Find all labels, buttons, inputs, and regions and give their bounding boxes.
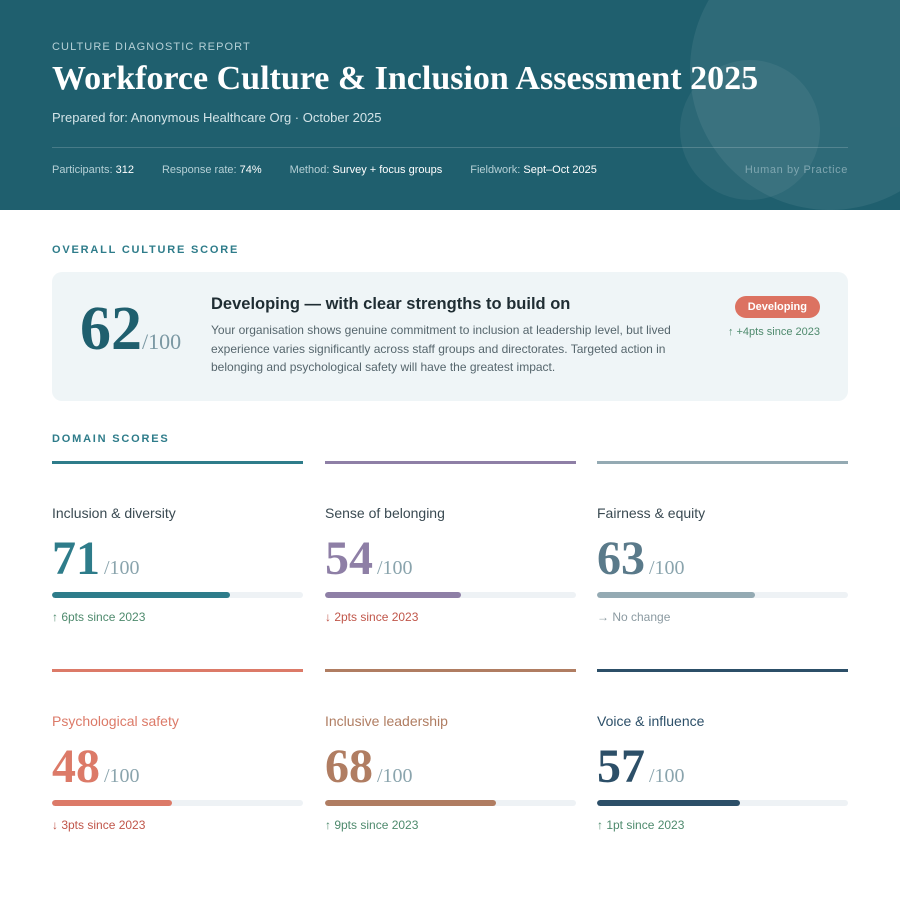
domain-change: ↓ 2pts since 2023	[325, 610, 419, 624]
domain-top-border	[325, 669, 576, 672]
domain-section-title: DOMAIN SCORES	[52, 433, 170, 445]
domain-score: 63/100	[597, 531, 685, 586]
domain-change: ↑ 9pts since 2023	[325, 818, 419, 832]
meta-fieldwork: Fieldwork: Sept–Oct 2025	[470, 164, 597, 176]
domain-score-value: 63	[597, 532, 645, 585]
domain-score-value: 68	[325, 740, 373, 793]
domain-name: Fairness & equity	[597, 505, 706, 521]
domain-name: Sense of belonging	[325, 505, 445, 521]
domain-change: → No change	[597, 610, 671, 624]
domain-name: Inclusive leadership	[325, 713, 448, 729]
domain-card-inclusive-leadership: Inclusive leadership 68/100 ↑ 9pts since…	[325, 669, 576, 849]
overall-score-card: 62/100 Developing — with clear strengths…	[52, 272, 848, 401]
overall-description: Your organisation shows genuine commitme…	[211, 323, 671, 374]
prepared-for: Prepared for: Anonymous Healthcare Org ·…	[52, 110, 382, 125]
domain-change: ↓ 3pts since 2023	[52, 818, 146, 832]
status-badge: Developing	[734, 296, 820, 318]
meta-response-rate: Response rate: 74%	[161, 164, 262, 176]
domain-name: Psychological safety	[52, 713, 179, 729]
meta-method: Method: Survey + focus groups	[289, 164, 443, 176]
domain-card-fairness-equity: Fairness & equity 63/100 → No change	[597, 461, 848, 641]
domain-score-out-of: /100	[649, 557, 685, 579]
domain-progress-fill	[325, 592, 461, 598]
domain-score-out-of: /100	[649, 765, 685, 787]
domain-progress-track	[597, 592, 848, 598]
domain-progress-fill	[52, 592, 231, 598]
domain-progress-track	[325, 592, 576, 598]
domain-score: 54/100	[325, 531, 413, 586]
header-divider	[52, 147, 848, 148]
report-header: CULTURE DIAGNOSTIC REPORT Workforce Cult…	[0, 0, 900, 210]
domain-progress-fill	[597, 592, 756, 598]
overall-score-value: 62	[80, 295, 142, 363]
domain-card-voice-influence: Voice & influence 57/100 ↑ 1pt since 202…	[597, 669, 848, 849]
report-eyebrow: CULTURE DIAGNOSTIC REPORT	[52, 41, 251, 53]
domain-change: ↑ 6pts since 2023	[52, 610, 146, 624]
domain-name: Inclusion & diversity	[52, 505, 176, 521]
domain-card-psychological-safety: Psychological safety 48/100 ↓ 3pts since…	[52, 669, 303, 849]
overall-change: ↑ +4pts since 2023	[727, 326, 820, 338]
report-meta: Participants: 312 Response rate: 74% Met…	[52, 164, 597, 176]
meta-participants: Participants: 312	[52, 164, 134, 176]
domain-score-out-of: /100	[377, 557, 413, 579]
domain-score-out-of: /100	[104, 765, 140, 787]
domain-score: 71/100	[52, 531, 140, 586]
overall-score-out-of: /100	[142, 329, 182, 354]
domain-card-inclusion-diversity: Inclusion & diversity 71/100 ↑ 6pts sinc…	[52, 461, 303, 641]
domain-score-value: 57	[597, 740, 645, 793]
domain-progress-track	[325, 800, 576, 806]
domain-progress-fill	[52, 800, 173, 806]
domain-name: Voice & influence	[597, 713, 705, 729]
domain-progress-fill	[597, 800, 741, 806]
brand-name: Human by Practice	[744, 164, 848, 176]
domain-score: 57/100	[597, 739, 685, 794]
domain-score-value: 48	[52, 740, 100, 793]
domain-progress-track	[52, 800, 303, 806]
domain-progress-track	[597, 800, 848, 806]
domain-top-border	[52, 461, 303, 464]
domain-card-sense-of-belonging: Sense of belonging 54/100 ↓ 2pts since 2…	[325, 461, 576, 641]
domain-progress-fill	[325, 800, 496, 806]
domain-top-border	[52, 669, 303, 672]
domain-score-value: 71	[52, 532, 100, 585]
overall-score: 62/100	[80, 294, 181, 365]
overall-section-title: OVERALL CULTURE SCORE	[52, 244, 240, 256]
domain-change: ↑ 1pt since 2023	[597, 818, 685, 832]
overall-heading: Developing — with clear strengths to bui…	[211, 295, 571, 313]
domain-progress-track	[52, 592, 303, 598]
domain-score: 68/100	[325, 739, 413, 794]
domain-top-border	[597, 461, 848, 464]
domain-top-border	[597, 669, 848, 672]
domain-score-out-of: /100	[377, 765, 413, 787]
report-title: Workforce Culture & Inclusion Assessment…	[52, 60, 759, 97]
domain-score-value: 54	[325, 532, 373, 585]
domain-score-out-of: /100	[104, 557, 140, 579]
domain-score: 48/100	[52, 739, 140, 794]
domain-top-border	[325, 461, 576, 464]
